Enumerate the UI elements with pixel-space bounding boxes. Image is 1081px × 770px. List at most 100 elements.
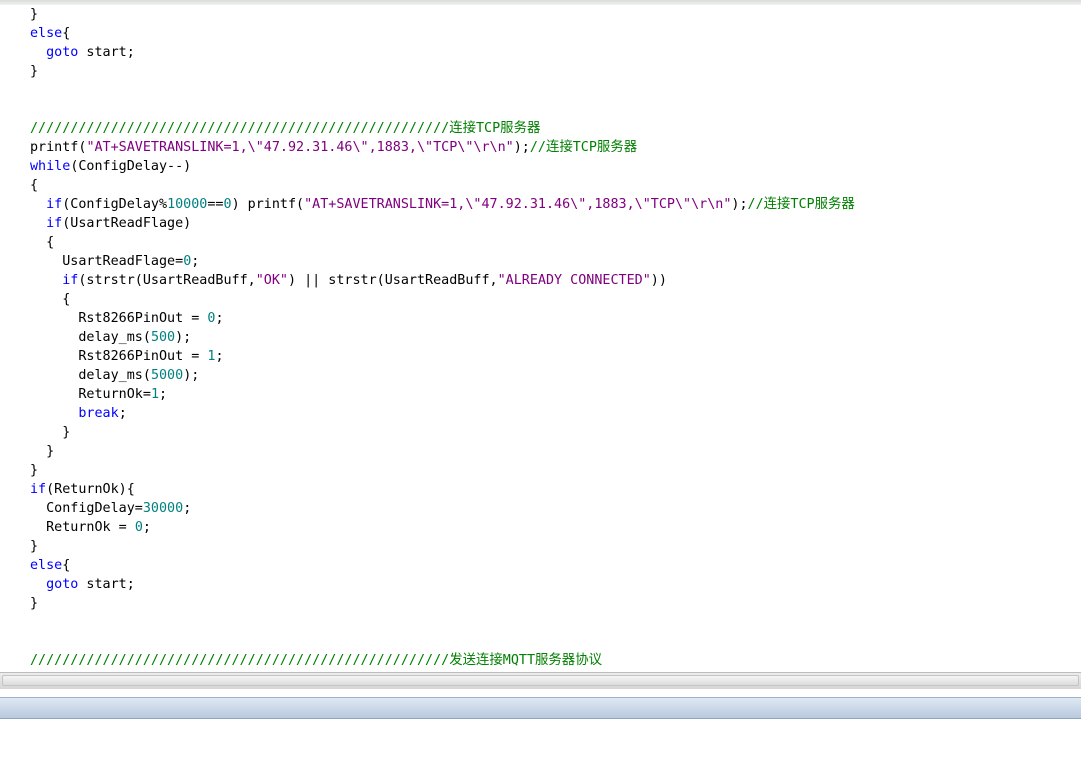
keyword-token: goto: [46, 45, 79, 60]
code-line: ReturnOk=1;: [30, 385, 855, 404]
output-panel-header: [0, 697, 1081, 719]
number-token: 0: [134, 520, 143, 535]
code-line: }: [30, 5, 855, 24]
string-token: "ALREADY CONNECTED": [497, 273, 651, 288]
keyword-token: if: [46, 197, 63, 212]
code-token: start;: [78, 577, 135, 592]
code-token: start;: [78, 45, 135, 60]
code-line: ////////////////////////////////////////…: [30, 119, 855, 138]
code-token: printf(: [30, 140, 87, 155]
code-token: }: [30, 444, 55, 459]
code-line: delay_ms(5000);: [30, 366, 855, 385]
number-token: 5000: [150, 368, 184, 383]
horizontal-scrollbar[interactable]: [0, 672, 1081, 689]
code-line: else{: [30, 24, 855, 43]
string-token: "AT+SAVETRANSLINK=1,\"47.92.31.46\",1883…: [304, 197, 732, 212]
keyword-token: if: [46, 216, 63, 231]
code-token: Rst8266PinOut =: [30, 349, 208, 364]
code-token: (ReturnOk){: [46, 482, 135, 497]
code-token: ;: [215, 349, 224, 364]
code-token: );: [513, 140, 530, 155]
code-token: (ConfigDelay%: [62, 197, 168, 212]
code-token: ;: [159, 387, 168, 402]
keyword-token: else: [30, 26, 63, 41]
code-token: ;: [215, 311, 224, 326]
code-token: {: [62, 558, 71, 573]
code-line: }: [30, 423, 855, 442]
code-line: break;: [30, 404, 855, 423]
number-token: 30000: [142, 501, 184, 516]
code-token: );: [183, 368, 200, 383]
keyword-token: break: [78, 406, 119, 421]
code-token: {: [30, 235, 55, 250]
code-line: goto start;: [30, 43, 855, 62]
code-line: if(strstr(UsartReadBuff,"OK") || strstr(…: [30, 271, 855, 290]
string-token: "OK": [255, 273, 288, 288]
code-line: }: [30, 594, 855, 613]
keyword-token: goto: [46, 577, 79, 592]
code-token: )): [650, 273, 667, 288]
code-token: (strstr(UsartReadBuff,: [78, 273, 256, 288]
code-token: ;: [142, 520, 151, 535]
code-line: }: [30, 442, 855, 461]
code-token: UsartReadFlage=: [30, 254, 184, 269]
code-token: delay_ms(: [30, 368, 151, 383]
code-line: ReturnOk = 0;: [30, 518, 855, 537]
comment-token: //连接TCP服务器: [747, 197, 855, 212]
comment-token: ////////////////////////////////////////…: [30, 121, 541, 136]
code-token: }: [30, 7, 39, 22]
code-token: {: [30, 292, 71, 307]
keyword-token: if: [62, 273, 79, 288]
code-line: }: [30, 537, 855, 556]
code-token: }: [30, 463, 39, 478]
comment-token: ////////////////////////////////////////…: [30, 653, 602, 668]
code-line: if(ReturnOk){: [30, 480, 855, 499]
keyword-token: else: [30, 558, 63, 573]
scrollbar-thumb[interactable]: [2, 675, 1079, 686]
code-line: {: [30, 290, 855, 309]
code-token: ReturnOk=: [30, 387, 151, 402]
code-token: ;: [183, 501, 192, 516]
code-token: {: [62, 26, 71, 41]
code-line: delay_ms(500);: [30, 328, 855, 347]
comment-token: //连接TCP服务器: [529, 140, 638, 155]
code-token: (UsartReadFlage): [62, 216, 192, 231]
code-token: }: [30, 596, 39, 611]
code-line: ////////////////////////////////////////…: [30, 651, 855, 670]
panel-splitter[interactable]: [0, 689, 1081, 697]
code-line: }: [30, 461, 855, 480]
code-token: );: [175, 330, 192, 345]
code-line: printf("AT+SAVETRANSLINK=1,\"47.92.31.46…: [30, 138, 855, 157]
code-token: }: [30, 539, 39, 554]
code-token: delay_ms(: [30, 330, 151, 345]
code-token: Rst8266PinOut =: [30, 311, 208, 326]
code-token: (ConfigDelay--): [70, 159, 192, 174]
code-line: {: [30, 233, 855, 252]
code-token: ReturnOk =: [30, 520, 135, 535]
code-line: UsartReadFlage=0;: [30, 252, 855, 271]
code-line: ConfigDelay=30000;: [30, 499, 855, 518]
code-line: while(ConfigDelay--): [30, 157, 855, 176]
number-token: 1: [150, 387, 159, 402]
code-token: {: [30, 178, 39, 193]
code-token: ) printf(: [231, 197, 305, 212]
code-token: }: [30, 64, 39, 79]
code-token: );: [731, 197, 748, 212]
code-token: ) || strstr(UsartReadBuff,: [288, 273, 498, 288]
number-token: 10000: [167, 197, 208, 212]
code-line: {: [30, 176, 855, 195]
code-line: goto start;: [30, 575, 855, 594]
code-line: if(UsartReadFlage): [30, 214, 855, 233]
code-editor[interactable]: } else{ goto start;} ////////////////////…: [0, 5, 1081, 672]
code-line: Rst8266PinOut = 0;: [30, 309, 855, 328]
output-panel: [0, 719, 1081, 770]
keyword-token: while: [30, 159, 71, 174]
code-line: }: [30, 62, 855, 81]
